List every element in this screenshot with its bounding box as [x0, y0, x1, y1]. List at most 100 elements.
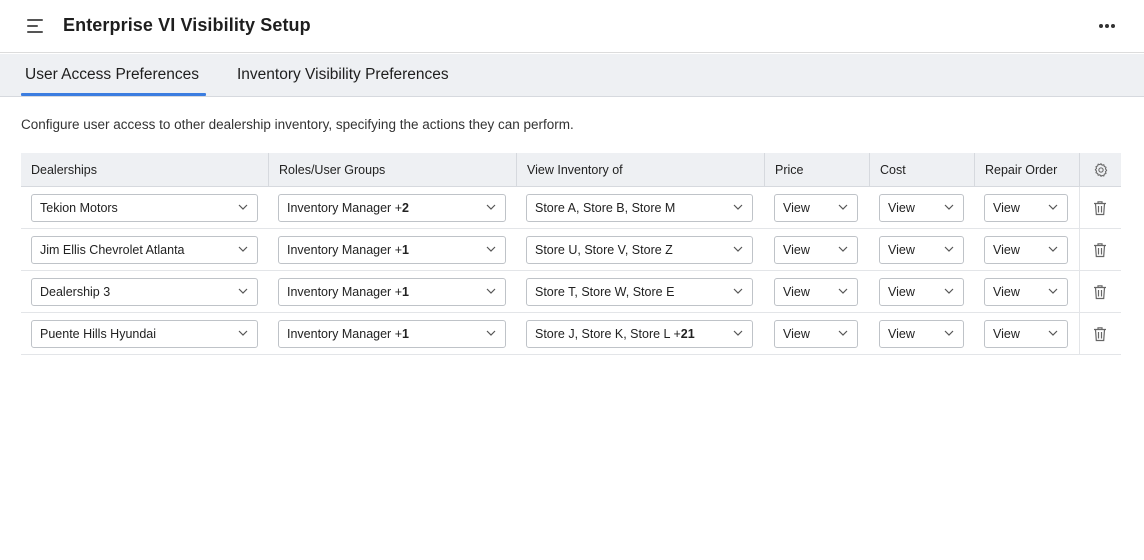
repair-order-select[interactable]: View: [984, 236, 1068, 264]
table-header: Dealerships Roles/User Groups View Inven…: [21, 153, 1121, 187]
price-select[interactable]: View: [774, 194, 858, 222]
cost-select[interactable]: View: [879, 278, 964, 306]
chevron-down-icon: [838, 330, 848, 336]
dealership-select[interactable]: Jim Ellis Chevrolet Atlanta: [31, 236, 258, 264]
table-row: Tekion Motors Inventory Manager +2 Store A…: [21, 187, 1121, 229]
chevron-down-icon: [486, 288, 496, 294]
column-header-price: Price: [764, 153, 869, 187]
column-header-cost: Cost: [869, 153, 974, 187]
dealership-select-value: Tekion Motors: [40, 201, 118, 215]
chevron-down-icon: [944, 288, 954, 294]
chevron-down-icon: [838, 288, 848, 294]
repair-order-select[interactable]: View: [984, 320, 1068, 348]
column-divider: [1079, 313, 1080, 354]
tab-user-access-preferences[interactable]: User Access Preferences: [25, 66, 199, 84]
chevron-down-icon: [733, 330, 743, 336]
chevron-down-icon: [486, 246, 496, 252]
trash-icon[interactable]: [1093, 284, 1107, 300]
dealership-select-value: Jim Ellis Chevrolet Atlanta: [40, 243, 185, 257]
price-select-value: View: [783, 327, 810, 341]
roles-select-value: Inventory Manager +1: [287, 285, 409, 299]
gear-icon[interactable]: [1093, 162, 1109, 178]
trash-icon[interactable]: [1093, 242, 1107, 258]
hamburger-menu-icon[interactable]: [27, 19, 43, 33]
roles-select[interactable]: Inventory Manager +1: [278, 236, 506, 264]
dealership-select[interactable]: Tekion Motors: [31, 194, 258, 222]
table-row: Puente Hills Hyundai Inventory Manager +1…: [21, 313, 1121, 355]
column-header-dealerships: Dealerships: [31, 163, 98, 177]
user-access-table: Dealerships Roles/User Groups View Inven…: [21, 153, 1121, 355]
view-inventory-select-value: Store J, Store K, Store L +21: [535, 327, 695, 341]
table-row: Jim Ellis Chevrolet Atlanta Inventory Man…: [21, 229, 1121, 271]
page-description: Configure user access to other dealershi…: [21, 117, 574, 132]
price-select-value: View: [783, 201, 810, 215]
tab-inventory-visibility-preferences[interactable]: Inventory Visibility Preferences: [237, 66, 449, 84]
cost-select-value: View: [888, 285, 915, 299]
chevron-down-icon: [733, 246, 743, 252]
trash-icon[interactable]: [1093, 200, 1107, 216]
view-inventory-select-value: Store U, Store V, Store Z: [535, 243, 673, 257]
chevron-down-icon: [1048, 288, 1058, 294]
chevron-down-icon: [1048, 204, 1058, 210]
page-title: Enterprise VI Visibility Setup: [63, 15, 311, 35]
chevron-down-icon: [1048, 246, 1058, 252]
chevron-down-icon: [486, 204, 496, 210]
price-select[interactable]: View: [774, 278, 858, 306]
repair-order-select-value: View: [993, 201, 1020, 215]
active-tab-indicator: [21, 93, 206, 96]
dealership-select[interactable]: Dealership 3: [31, 278, 258, 306]
chevron-down-icon: [486, 330, 496, 336]
table-row: Dealership 3 Inventory Manager +1 Store T,…: [21, 271, 1121, 313]
repair-order-select-value: View: [993, 285, 1020, 299]
chevron-down-icon: [733, 288, 743, 294]
column-header-repair-order: Repair Order: [974, 153, 1079, 187]
roles-select-value: Inventory Manager +1: [287, 243, 409, 257]
chevron-down-icon: [238, 204, 248, 210]
dealership-select-value: Dealership 3: [40, 285, 111, 299]
repair-order-select-value: View: [993, 327, 1020, 341]
cost-select[interactable]: View: [879, 320, 964, 348]
column-divider: [1079, 229, 1080, 270]
view-inventory-select[interactable]: Store U, Store V, Store Z: [526, 236, 753, 264]
chevron-down-icon: [1048, 330, 1058, 336]
view-inventory-select[interactable]: Store A, Store B, Store M: [526, 194, 753, 222]
price-select-value: View: [783, 243, 810, 257]
cost-select-value: View: [888, 243, 915, 257]
top-bar: Enterprise VI Visibility Setup: [0, 0, 1144, 53]
chevron-down-icon: [944, 330, 954, 336]
price-select-value: View: [783, 285, 810, 299]
view-inventory-select[interactable]: Store T, Store W, Store E: [526, 278, 753, 306]
dealership-select-value: Puente Hills Hyundai: [40, 327, 157, 341]
dealership-select[interactable]: Puente Hills Hyundai: [31, 320, 258, 348]
price-select[interactable]: View: [774, 236, 858, 264]
chevron-down-icon: [838, 204, 848, 210]
chevron-down-icon: [238, 288, 248, 294]
view-inventory-select-value: Store T, Store W, Store E: [535, 285, 675, 299]
trash-icon[interactable]: [1093, 326, 1107, 342]
chevron-down-icon: [944, 204, 954, 210]
tab-bar: User Access Preferences Inventory Visibi…: [0, 54, 1144, 97]
roles-select-value: Inventory Manager +1: [287, 327, 409, 341]
column-divider: [1079, 153, 1080, 186]
repair-order-select[interactable]: View: [984, 278, 1068, 306]
repair-order-select[interactable]: View: [984, 194, 1068, 222]
cost-select[interactable]: View: [879, 236, 964, 264]
price-select[interactable]: View: [774, 320, 858, 348]
roles-select[interactable]: Inventory Manager +1: [278, 278, 506, 306]
table-body: Tekion Motors Inventory Manager +2 Store A…: [21, 187, 1121, 355]
roles-select[interactable]: Inventory Manager +1: [278, 320, 506, 348]
chevron-down-icon: [238, 330, 248, 336]
view-inventory-select-value: Store A, Store B, Store M: [535, 201, 676, 215]
roles-select-value: Inventory Manager +2: [287, 201, 409, 215]
column-divider: [1079, 187, 1080, 228]
column-header-view-inventory: View Inventory of: [516, 153, 764, 187]
cost-select[interactable]: View: [879, 194, 964, 222]
view-inventory-select[interactable]: Store J, Store K, Store L +21: [526, 320, 753, 348]
column-header-roles: Roles/User Groups: [268, 153, 516, 187]
more-horizontal-icon[interactable]: [1097, 20, 1117, 32]
chevron-down-icon: [944, 246, 954, 252]
chevron-down-icon: [238, 246, 248, 252]
roles-select[interactable]: Inventory Manager +2: [278, 194, 506, 222]
cost-select-value: View: [888, 327, 915, 341]
repair-order-select-value: View: [993, 243, 1020, 257]
